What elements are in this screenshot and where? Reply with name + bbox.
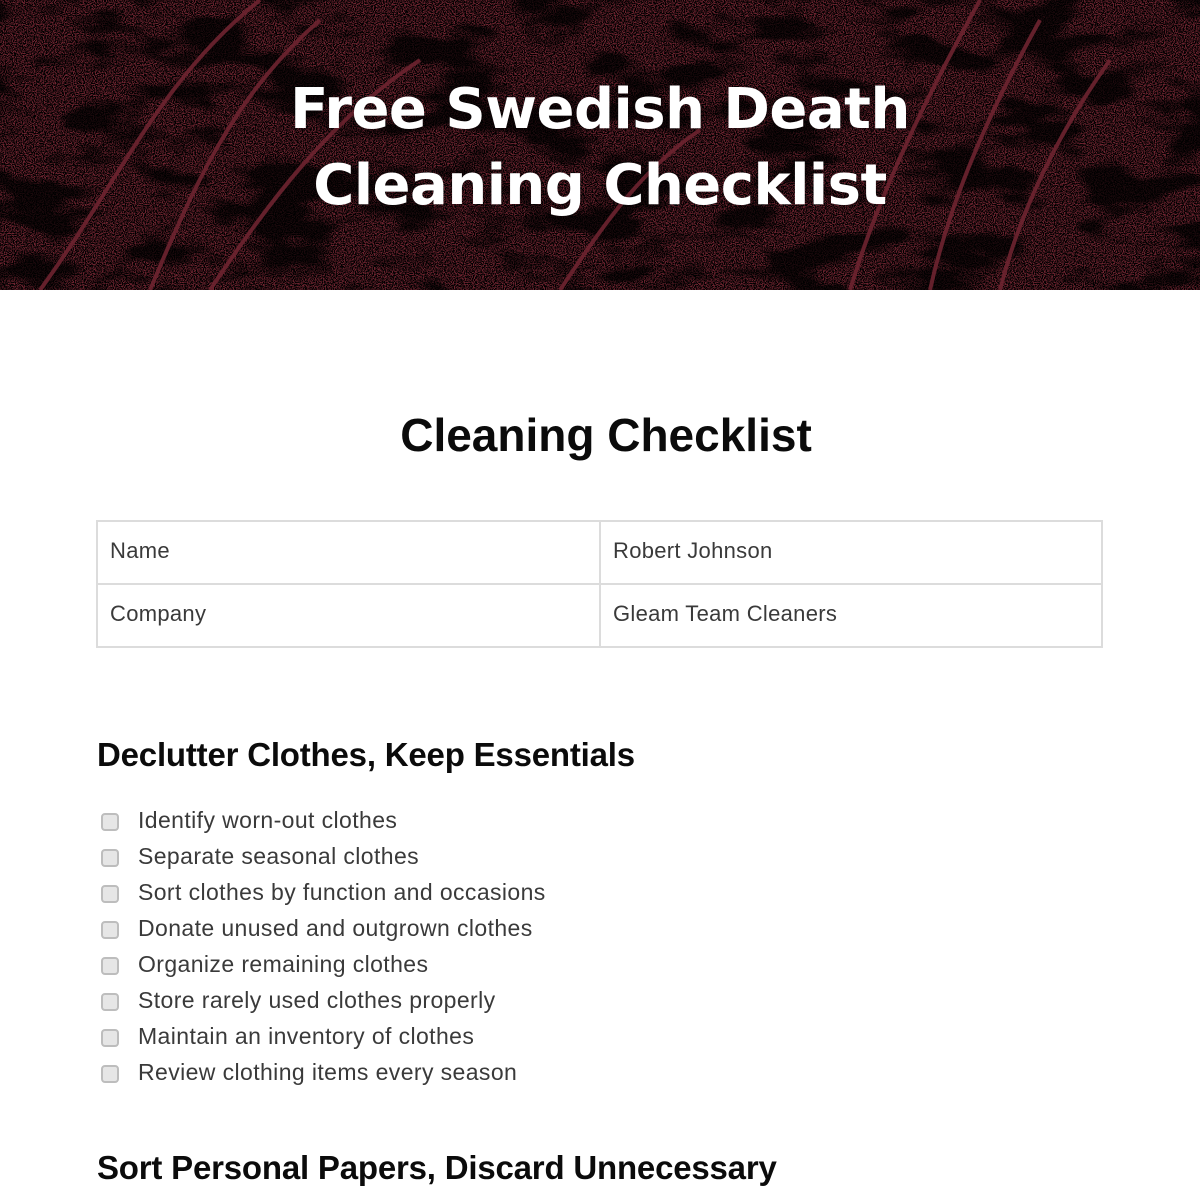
header-banner: Free Swedish Death Cleaning Checklist: [0, 0, 1200, 290]
checkbox[interactable]: [101, 849, 119, 867]
checklist-item-label: Separate seasonal clothes: [138, 842, 420, 869]
checklist-item-label: Donate unused and outgrown clothes: [138, 914, 533, 941]
checkbox[interactable]: [101, 993, 119, 1011]
checklist-item-label: Sort clothes by function and occasions: [138, 878, 546, 905]
company-value-cell[interactable]: Gleam Team Cleaners: [599, 583, 1103, 648]
checklist-item[interactable]: Review clothing items every season: [101, 1054, 546, 1090]
checklist-item-label: Identify worn-out clothes: [138, 806, 398, 833]
checklist-item[interactable]: Identify worn-out clothes: [101, 802, 546, 838]
document-title: Cleaning Checklist: [400, 409, 812, 461]
checklist-item[interactable]: Sort clothes by function and occasions: [101, 874, 546, 910]
checkbox[interactable]: [101, 1065, 119, 1083]
checkbox[interactable]: [101, 921, 119, 939]
checklist-item[interactable]: Maintain an inventory of clothes: [101, 1018, 546, 1054]
name-value-cell[interactable]: Robert Johnson: [599, 520, 1103, 585]
banner-title: Free Swedish Death Cleaning Checklist: [0, 72, 1200, 224]
checkbox[interactable]: [101, 1029, 119, 1047]
banner-title-line-1: Free Swedish Death: [290, 77, 910, 142]
section-heading-declutter-clothes: Declutter Clothes, Keep Essentials: [97, 736, 635, 773]
table-row-company: Company Gleam Team Cleaners: [96, 583, 1103, 648]
declutter-clothes-checklist: Identify worn-out clothes Separate seaso…: [101, 802, 546, 1090]
section-heading-sort-papers: Sort Personal Papers, Discard Unnecessar…: [97, 1149, 777, 1186]
table-row-name: Name Robert Johnson: [96, 520, 1103, 585]
checkbox[interactable]: [101, 813, 119, 831]
name-label-cell: Name: [96, 520, 601, 585]
checklist-item[interactable]: Separate seasonal clothes: [101, 838, 546, 874]
checklist-item-label: Maintain an inventory of clothes: [138, 1022, 475, 1049]
checklist-item-label: Organize remaining clothes: [138, 950, 429, 977]
checklist-item-label: Store rarely used clothes properly: [138, 986, 496, 1013]
info-table: Name Robert Johnson Company Gleam Team C…: [96, 520, 1103, 648]
checklist-item[interactable]: Store rarely used clothes properly: [101, 982, 546, 1018]
checklist-item-label: Review clothing items every season: [138, 1058, 518, 1085]
checkbox[interactable]: [101, 957, 119, 975]
checklist-item[interactable]: Donate unused and outgrown clothes: [101, 910, 546, 946]
checkbox[interactable]: [101, 885, 119, 903]
company-label-cell: Company: [96, 583, 601, 648]
checklist-item[interactable]: Organize remaining clothes: [101, 946, 546, 982]
banner-title-line-2: Cleaning Checklist: [313, 153, 887, 218]
